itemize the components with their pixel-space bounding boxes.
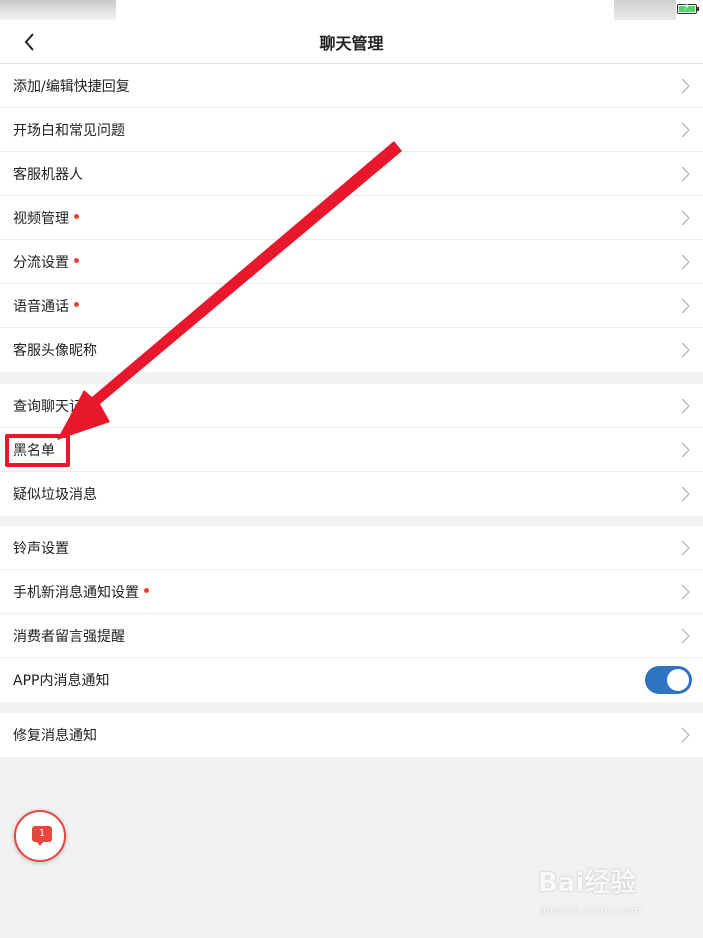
row-label: 黑名单 bbox=[13, 443, 55, 459]
chevron-right-icon bbox=[681, 122, 690, 138]
watermark-brand: Bai经验 bbox=[538, 868, 637, 898]
chat-bubble-icon: 1 bbox=[32, 826, 52, 842]
row-label: 添加/编辑快捷回复 bbox=[13, 79, 130, 95]
row-label: 疑似垃圾消息 bbox=[13, 487, 97, 503]
row-label: 开场白和常见问题 bbox=[13, 123, 125, 139]
row-label: 查询聊天记 bbox=[13, 399, 83, 415]
settings-group-2: 查询聊天记 黑名单 疑似垃圾消息 bbox=[0, 384, 703, 516]
row-label: 客服机器人 bbox=[13, 167, 83, 183]
row-ringtone-settings[interactable]: 铃声设置 bbox=[0, 526, 703, 570]
row-label: 视频管理 bbox=[13, 208, 79, 228]
row-label: 语音通话 bbox=[13, 296, 79, 316]
nav-bar: 聊天管理 bbox=[0, 20, 703, 64]
row-label: APP内消息通知 bbox=[13, 673, 110, 689]
row-consumer-reminder[interactable]: 消费者留言强提醒 bbox=[0, 614, 703, 658]
battery-icon: ⚡ bbox=[677, 2, 697, 14]
row-quick-reply[interactable]: 添加/编辑快捷回复 bbox=[0, 64, 703, 108]
chevron-right-icon bbox=[681, 540, 690, 556]
row-service-robot[interactable]: 客服机器人 bbox=[0, 152, 703, 196]
row-label: 修复消息通知 bbox=[13, 728, 97, 744]
new-dot-badge bbox=[74, 213, 79, 219]
row-avatar-nickname[interactable]: 客服头像昵称 bbox=[0, 328, 703, 372]
settings-group-3: 铃声设置 手机新消息通知设置 消费者留言强提醒 APP内消息通知 bbox=[0, 526, 703, 702]
row-label: 分流设置 bbox=[13, 252, 79, 272]
floating-chat-button[interactable]: 1 bbox=[14, 810, 66, 862]
status-bar: ⚡ bbox=[0, 0, 703, 28]
settings-group-4: 修复消息通知 bbox=[0, 713, 703, 757]
row-app-notification: APP内消息通知 bbox=[0, 658, 703, 702]
row-video-management[interactable]: 视频管理 bbox=[0, 196, 703, 240]
chevron-right-icon bbox=[681, 584, 690, 600]
new-dot-badge bbox=[74, 257, 79, 263]
row-phone-notification[interactable]: 手机新消息通知设置 bbox=[0, 570, 703, 614]
app-notification-toggle[interactable] bbox=[645, 666, 692, 694]
chevron-right-icon bbox=[681, 342, 690, 358]
new-dot-badge bbox=[144, 587, 149, 593]
row-suspected-spam[interactable]: 疑似垃圾消息 bbox=[0, 472, 703, 516]
chevron-right-icon bbox=[681, 254, 690, 270]
watermark-logo: Bai经验 jingyan.baidu.com bbox=[538, 862, 678, 922]
row-label: 消费者留言强提醒 bbox=[13, 629, 125, 645]
page-title: 聊天管理 bbox=[319, 34, 384, 53]
watermark-url: jingyan.baidu.com bbox=[540, 904, 642, 917]
row-chat-history[interactable]: 查询聊天记 bbox=[0, 384, 703, 428]
row-diversion-settings[interactable]: 分流设置 bbox=[0, 240, 703, 284]
status-blur-left bbox=[0, 0, 116, 20]
settings-group-1: 添加/编辑快捷回复 开场白和常见问题 客服机器人 视频管理 分流设置 语音通话 … bbox=[0, 64, 703, 372]
row-label: 铃声设置 bbox=[13, 541, 69, 557]
chevron-right-icon bbox=[681, 628, 690, 644]
row-voice-call[interactable]: 语音通话 bbox=[0, 284, 703, 328]
chat-bubble-tail bbox=[36, 841, 44, 846]
row-blacklist[interactable]: 黑名单 bbox=[0, 428, 703, 472]
new-dot-badge bbox=[74, 301, 79, 307]
chevron-right-icon bbox=[681, 210, 690, 226]
chevron-right-icon bbox=[681, 727, 690, 743]
row-repair-notification[interactable]: 修复消息通知 bbox=[0, 713, 703, 757]
row-label: 客服头像昵称 bbox=[13, 343, 97, 359]
toggle-knob bbox=[667, 669, 689, 691]
row-label: 手机新消息通知设置 bbox=[13, 582, 149, 602]
chevron-right-icon bbox=[681, 486, 690, 502]
chevron-right-icon bbox=[681, 398, 690, 414]
chevron-right-icon bbox=[681, 78, 690, 94]
row-opening-faq[interactable]: 开场白和常见问题 bbox=[0, 108, 703, 152]
chevron-right-icon bbox=[681, 442, 690, 458]
chevron-right-icon bbox=[681, 298, 690, 314]
battery-tip bbox=[697, 7, 699, 11]
chevron-right-icon bbox=[681, 166, 690, 182]
